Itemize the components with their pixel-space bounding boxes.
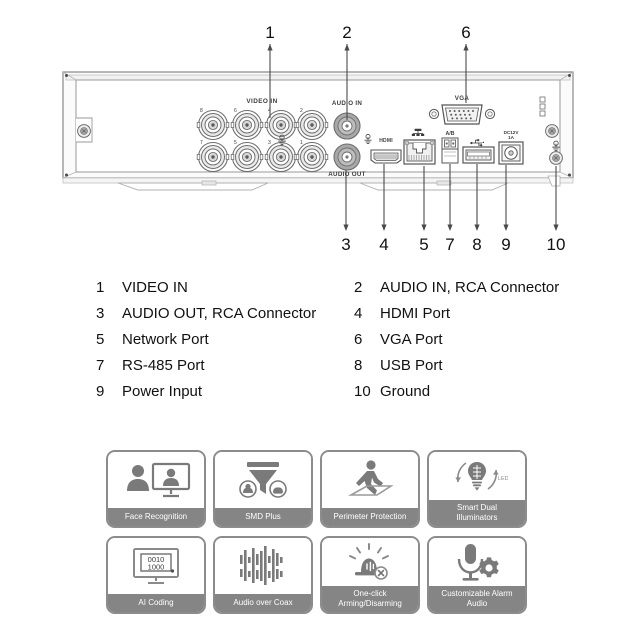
legend-number: 6 [354, 331, 363, 348]
feature-row: 0010 1000 AI Coding Audio over Coax One-… [106, 536, 540, 614]
legend-row: 7 RS-485 Port 8 USB Port [96, 356, 586, 382]
legend-item-9: 9 Power Input [96, 382, 354, 402]
legend-item-5: 5 Network Port [96, 330, 354, 350]
svg-text:VGA: VGA [455, 95, 470, 102]
legend-number: 1 [96, 279, 105, 296]
legend-label: Network Port [122, 331, 209, 348]
svg-text:AUDIO OUT: AUDIO OUT [328, 171, 365, 178]
legend-label: Power Input [122, 383, 203, 400]
legend-row: 1 VIDEO IN 2 AUDIO IN, RCA Connector [96, 278, 586, 304]
svg-text:3: 3 [268, 140, 271, 146]
svg-text:VIDEO IN: VIDEO IN [246, 98, 277, 105]
device-rear-panel-diagram: VIDEO IN 8 6 4 2 7 5 3 1 AUDIO IN AUDIO … [0, 0, 640, 265]
legend-label: VIDEO IN [122, 279, 188, 296]
feature-caption: SMD Plus [215, 508, 311, 526]
svg-text:2: 2 [342, 23, 351, 42]
svg-text:2: 2 [300, 108, 303, 114]
legend-label: Ground [380, 383, 431, 400]
legend-number: 9 [96, 383, 105, 400]
legend-number: 2 [354, 279, 363, 296]
legend-item-4: 4 HDMI Port [354, 304, 586, 324]
feature-caption: Perimeter Protection [322, 508, 418, 526]
legend-number: 8 [354, 357, 363, 374]
legend-label: AUDIO IN, RCA Connector [380, 279, 560, 296]
legend-item-10: 10 Ground [354, 382, 586, 402]
feature-caption: Smart Dual Illuminators [429, 500, 525, 526]
legend-label: HDMI Port [380, 305, 451, 322]
legend-row: 3 AUDIO OUT, RCA Connector 4 HDMI Port [96, 304, 586, 330]
legend-item-6: 6 VGA Port [354, 330, 586, 350]
svg-text:6: 6 [461, 23, 470, 42]
svg-text:10: 10 [547, 235, 566, 254]
feature-caption: AI Coding [108, 594, 204, 612]
rear-panel-illustration: VIDEO IN 8 6 4 2 7 5 3 1 AUDIO IN AUDIO … [62, 23, 574, 254]
svg-text:4: 4 [379, 235, 388, 254]
feature-caption: Face Recognition [108, 508, 204, 526]
legend-item-3: 3 AUDIO OUT, RCA Connector [96, 304, 354, 324]
legend-item-7: 7 RS-485 Port [96, 356, 354, 376]
feature-row: Face Recognition SMD Plus Perimeter Prot… [106, 450, 540, 528]
svg-text:A/B: A/B [446, 131, 455, 137]
feature-highlights: Face Recognition SMD Plus Perimeter Prot… [106, 450, 540, 622]
svg-text:HDMI: HDMI [379, 138, 393, 144]
svg-text:1A: 1A [508, 135, 515, 140]
legend-item-8: 8 USB Port [354, 356, 586, 376]
svg-text:8: 8 [200, 108, 203, 114]
feature-tile-customizable-alarm-audio[interactable]: Customizable Alarm Audio [427, 536, 527, 614]
legend-label: AUDIO OUT, RCA Connector [122, 305, 317, 322]
feature-caption: Audio over Coax [215, 594, 311, 612]
legend-number: 7 [96, 357, 105, 374]
feature-tile-ai-coding[interactable]: 0010 1000 AI Coding [106, 536, 206, 614]
feature-caption: One-click Arming/Disarming [322, 586, 418, 612]
svg-text:6: 6 [234, 108, 237, 114]
legend-item-2: 2 AUDIO IN, RCA Connector [354, 278, 586, 298]
svg-text:3: 3 [341, 235, 350, 254]
svg-text:9: 9 [501, 235, 510, 254]
legend-label: RS-485 Port [122, 357, 205, 374]
legend-row: 9 Power Input 10 Ground [96, 382, 586, 408]
callout-numbers-top: 1 2 6 [265, 23, 470, 42]
customizable-alarm-audio-icon [429, 538, 525, 586]
svg-text:7: 7 [200, 140, 203, 146]
legend-number: 4 [354, 305, 363, 322]
legend-number: 3 [96, 305, 105, 322]
led-label: LED [498, 476, 508, 482]
svg-text:1: 1 [265, 23, 274, 42]
perimeter-protection-icon [322, 452, 418, 508]
feature-tile-perimeter-protection[interactable]: Perimeter Protection [320, 450, 420, 528]
smart-dual-illuminators-icon: LED [429, 452, 525, 500]
legend-number: 10 [354, 383, 371, 400]
svg-text:5: 5 [419, 235, 428, 254]
smd-plus-icon [215, 452, 311, 508]
legend-label: USB Port [380, 357, 443, 374]
feature-tile-smd-plus[interactable]: SMD Plus [213, 450, 313, 528]
feature-tile-audio-over-coax[interactable]: Audio over Coax [213, 536, 313, 614]
svg-text:5: 5 [234, 140, 237, 146]
feature-tile-smart-dual-illuminators[interactable]: LED Smart Dual Illuminators [427, 450, 527, 528]
legend-label: VGA Port [380, 331, 443, 348]
feature-tile-one-click-arming[interactable]: One-click Arming/Disarming [320, 536, 420, 614]
ai-coding-icon: 0010 1000 [108, 538, 204, 594]
svg-text:1: 1 [300, 140, 303, 146]
svg-text:7: 7 [445, 235, 454, 254]
feature-caption: Customizable Alarm Audio [429, 586, 525, 612]
ai-coding-binary-line2: 1000 [148, 563, 165, 572]
feature-tile-face-recognition[interactable]: Face Recognition [106, 450, 206, 528]
svg-text:8: 8 [472, 235, 481, 254]
one-click-arming-icon [322, 538, 418, 586]
audio-over-coax-icon [215, 538, 311, 594]
callout-numbers-bottom: 3 4 5 7 8 9 10 [341, 235, 565, 254]
face-recognition-icon [108, 452, 204, 508]
legend-item-1: 1 VIDEO IN [96, 278, 354, 298]
connector-legend: 1 VIDEO IN 2 AUDIO IN, RCA Connector 3 A… [96, 278, 586, 408]
legend-row: 5 Network Port 6 VGA Port [96, 330, 586, 356]
legend-number: 5 [96, 331, 105, 348]
